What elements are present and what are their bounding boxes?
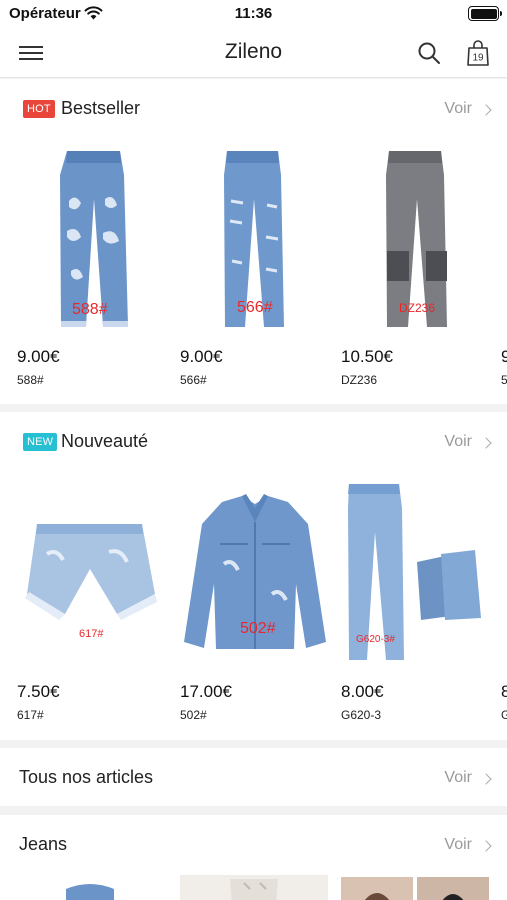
see-more-button[interactable]: Voir (444, 433, 492, 451)
product-card[interactable]: DZ236 10.50€ DZ236 (341, 141, 491, 387)
product-price: 10.50€ (341, 347, 393, 366)
product-image[interactable] (60, 879, 120, 900)
see-more-button[interactable]: Voir (444, 100, 492, 118)
product-image: DZ236 (341, 141, 491, 331)
product-image-label: 617# (79, 628, 104, 640)
see-more-label: Voir (444, 433, 472, 450)
product-card[interactable]: 502# 17.00€ 502# (180, 474, 330, 722)
product-ref: DZ236 (341, 373, 378, 387)
bestseller-section: HOT Bestseller Voir 588# 9.00€ 588# 566#… (0, 79, 507, 404)
product-ref: 5 (501, 373, 507, 387)
product-image-label: 588# (72, 301, 108, 318)
product-price: 8 (501, 682, 507, 701)
product-card[interactable]: 8 G (501, 474, 507, 722)
product-image[interactable] (417, 877, 489, 900)
cart-icon[interactable]: 19 (466, 39, 490, 72)
product-image (501, 141, 507, 331)
search-icon[interactable] (417, 41, 441, 70)
product-ref: 617# (17, 708, 44, 722)
new-badge: NEW (23, 433, 58, 451)
product-price: 9.00€ (180, 347, 223, 366)
product-price: 9 (501, 347, 507, 366)
section-title: Bestseller (61, 98, 141, 118)
product-card[interactable]: 588# 9.00€ 588# (17, 141, 167, 387)
clock: 11:36 (234, 5, 273, 22)
section-title: Jeans (19, 834, 68, 854)
product-price: 17.00€ (180, 682, 232, 701)
jeans-section: Jeans Voir (0, 815, 507, 900)
see-more-label: Voir (444, 100, 472, 117)
battery-icon (468, 6, 502, 21)
cart-count: 19 (472, 53, 484, 64)
status-bar: Opérateur 11:36 (0, 0, 507, 28)
product-image: 566# (180, 141, 330, 331)
product-image: 588# (17, 141, 167, 331)
product-ref: 588# (17, 373, 44, 387)
section-title: Nouveauté (61, 431, 149, 451)
product-image[interactable] (341, 877, 413, 900)
product-image (501, 474, 507, 664)
chevron-right-icon (480, 772, 492, 785)
product-price: 9.00€ (17, 347, 60, 366)
chevron-right-icon (480, 839, 492, 852)
product-image-label: DZ236 (399, 301, 436, 315)
see-more-button[interactable]: Voir (444, 836, 492, 854)
all-articles-row[interactable]: Tous nos articles Voir (0, 748, 507, 806)
product-price: 8.00€ (341, 682, 384, 701)
product-ref: G620-3 (341, 708, 382, 722)
product-ref: G (501, 708, 507, 722)
product-card[interactable]: 9 5 (501, 141, 507, 387)
chevron-right-icon (480, 103, 492, 116)
product-image: G620-3# (341, 474, 491, 664)
product-ref: 502# (180, 708, 207, 722)
jeans-header[interactable]: Jeans Voir (0, 815, 507, 873)
product-image[interactable] (180, 875, 328, 900)
product-image-label: 566# (237, 299, 273, 316)
hot-badge: HOT (23, 100, 55, 118)
product-card[interactable]: 617# 7.50€ 617# (17, 474, 167, 722)
chevron-right-icon (480, 436, 492, 449)
bestseller-header[interactable]: HOT Bestseller Voir (0, 79, 507, 137)
see-more-label: Voir (444, 836, 472, 853)
see-more-button[interactable]: Voir (444, 769, 492, 787)
product-card[interactable]: 566# 9.00€ 566# (180, 141, 330, 387)
all-articles-header: Tous nos articles Voir (0, 748, 507, 806)
see-more-label: Voir (444, 769, 472, 786)
new-arrivals-header[interactable]: NEW Nouveauté Voir (0, 412, 507, 470)
product-card[interactable]: G620-3# 8.00€ G620-3 (341, 474, 491, 722)
nav-bar: Zileno 19 (0, 28, 507, 78)
product-price: 7.50€ (17, 682, 60, 701)
product-image-label: 502# (240, 620, 276, 637)
product-image: 502# (180, 474, 330, 664)
section-title: Tous nos articles (19, 767, 154, 787)
product-image-label: G620-3# (356, 634, 395, 645)
product-ref: 566# (180, 373, 207, 387)
new-arrivals-section: NEW Nouveauté Voir 617# 7.50€ 617# 502# … (0, 412, 507, 740)
product-image: 617# (17, 474, 167, 664)
